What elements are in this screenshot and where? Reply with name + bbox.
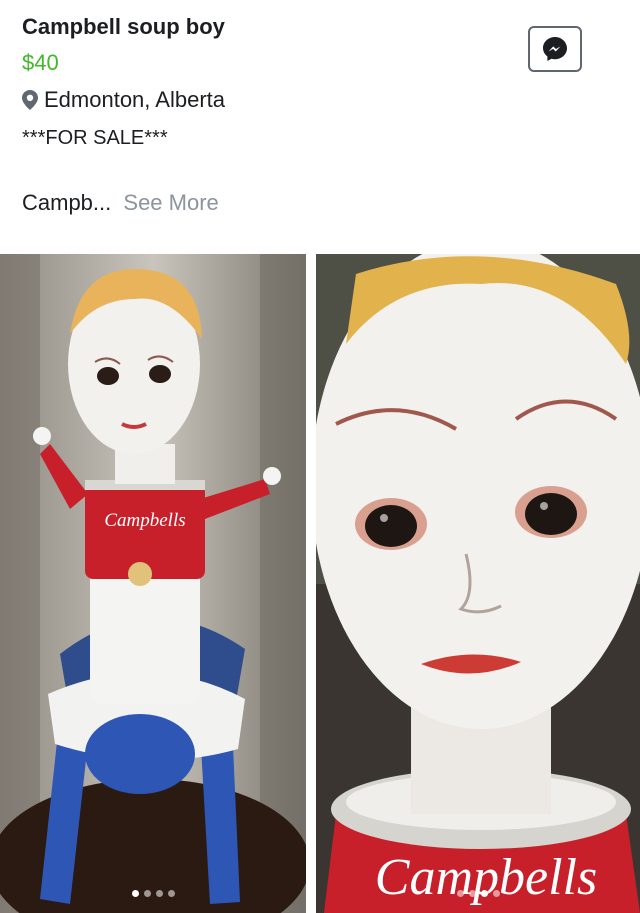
- can-label-text: Campbells: [104, 510, 185, 531]
- listing-description: ***FOR SALE***: [22, 127, 168, 149]
- carousel-dot[interactable]: [167, 890, 175, 897]
- message-seller-button[interactable]: [528, 26, 582, 72]
- carousel-dot[interactable]: [492, 890, 500, 897]
- listing-header: Campbell soup boy $40 Edmonton, Alberta …: [0, 0, 640, 252]
- see-more-link[interactable]: See More: [123, 190, 218, 215]
- carousel-dot[interactable]: [155, 890, 163, 897]
- carousel-dots: [0, 890, 306, 897]
- listing-photo-face-closeup[interactable]: Campbells: [316, 254, 640, 913]
- photo-strip: Campbells Campbells: [0, 252, 640, 913]
- listing-title: Campbell soup boy: [22, 14, 225, 39]
- listing-price: $40: [22, 50, 59, 75]
- location-text: Edmonton, Alberta: [44, 87, 226, 112]
- can-label-text: Campbells: [375, 849, 597, 906]
- messenger-icon: [543, 37, 567, 61]
- doll-full-image: Campbells: [0, 254, 306, 913]
- description-snippet-row: Campb... See More: [22, 190, 219, 216]
- listing-photo-full-doll[interactable]: Campbells: [0, 254, 306, 913]
- carousel-dot[interactable]: [480, 890, 488, 897]
- carousel-dot[interactable]: [456, 890, 464, 897]
- carousel-dot[interactable]: [468, 890, 476, 897]
- carousel-dots: [316, 890, 640, 897]
- description-snippet: Campb...: [22, 190, 112, 215]
- location-pin-icon: [22, 90, 38, 110]
- location-row: Edmonton, Alberta: [22, 87, 225, 113]
- carousel-dot[interactable]: [131, 890, 139, 897]
- carousel-dot[interactable]: [143, 890, 151, 897]
- doll-face-closeup-image: Campbells: [316, 254, 640, 913]
